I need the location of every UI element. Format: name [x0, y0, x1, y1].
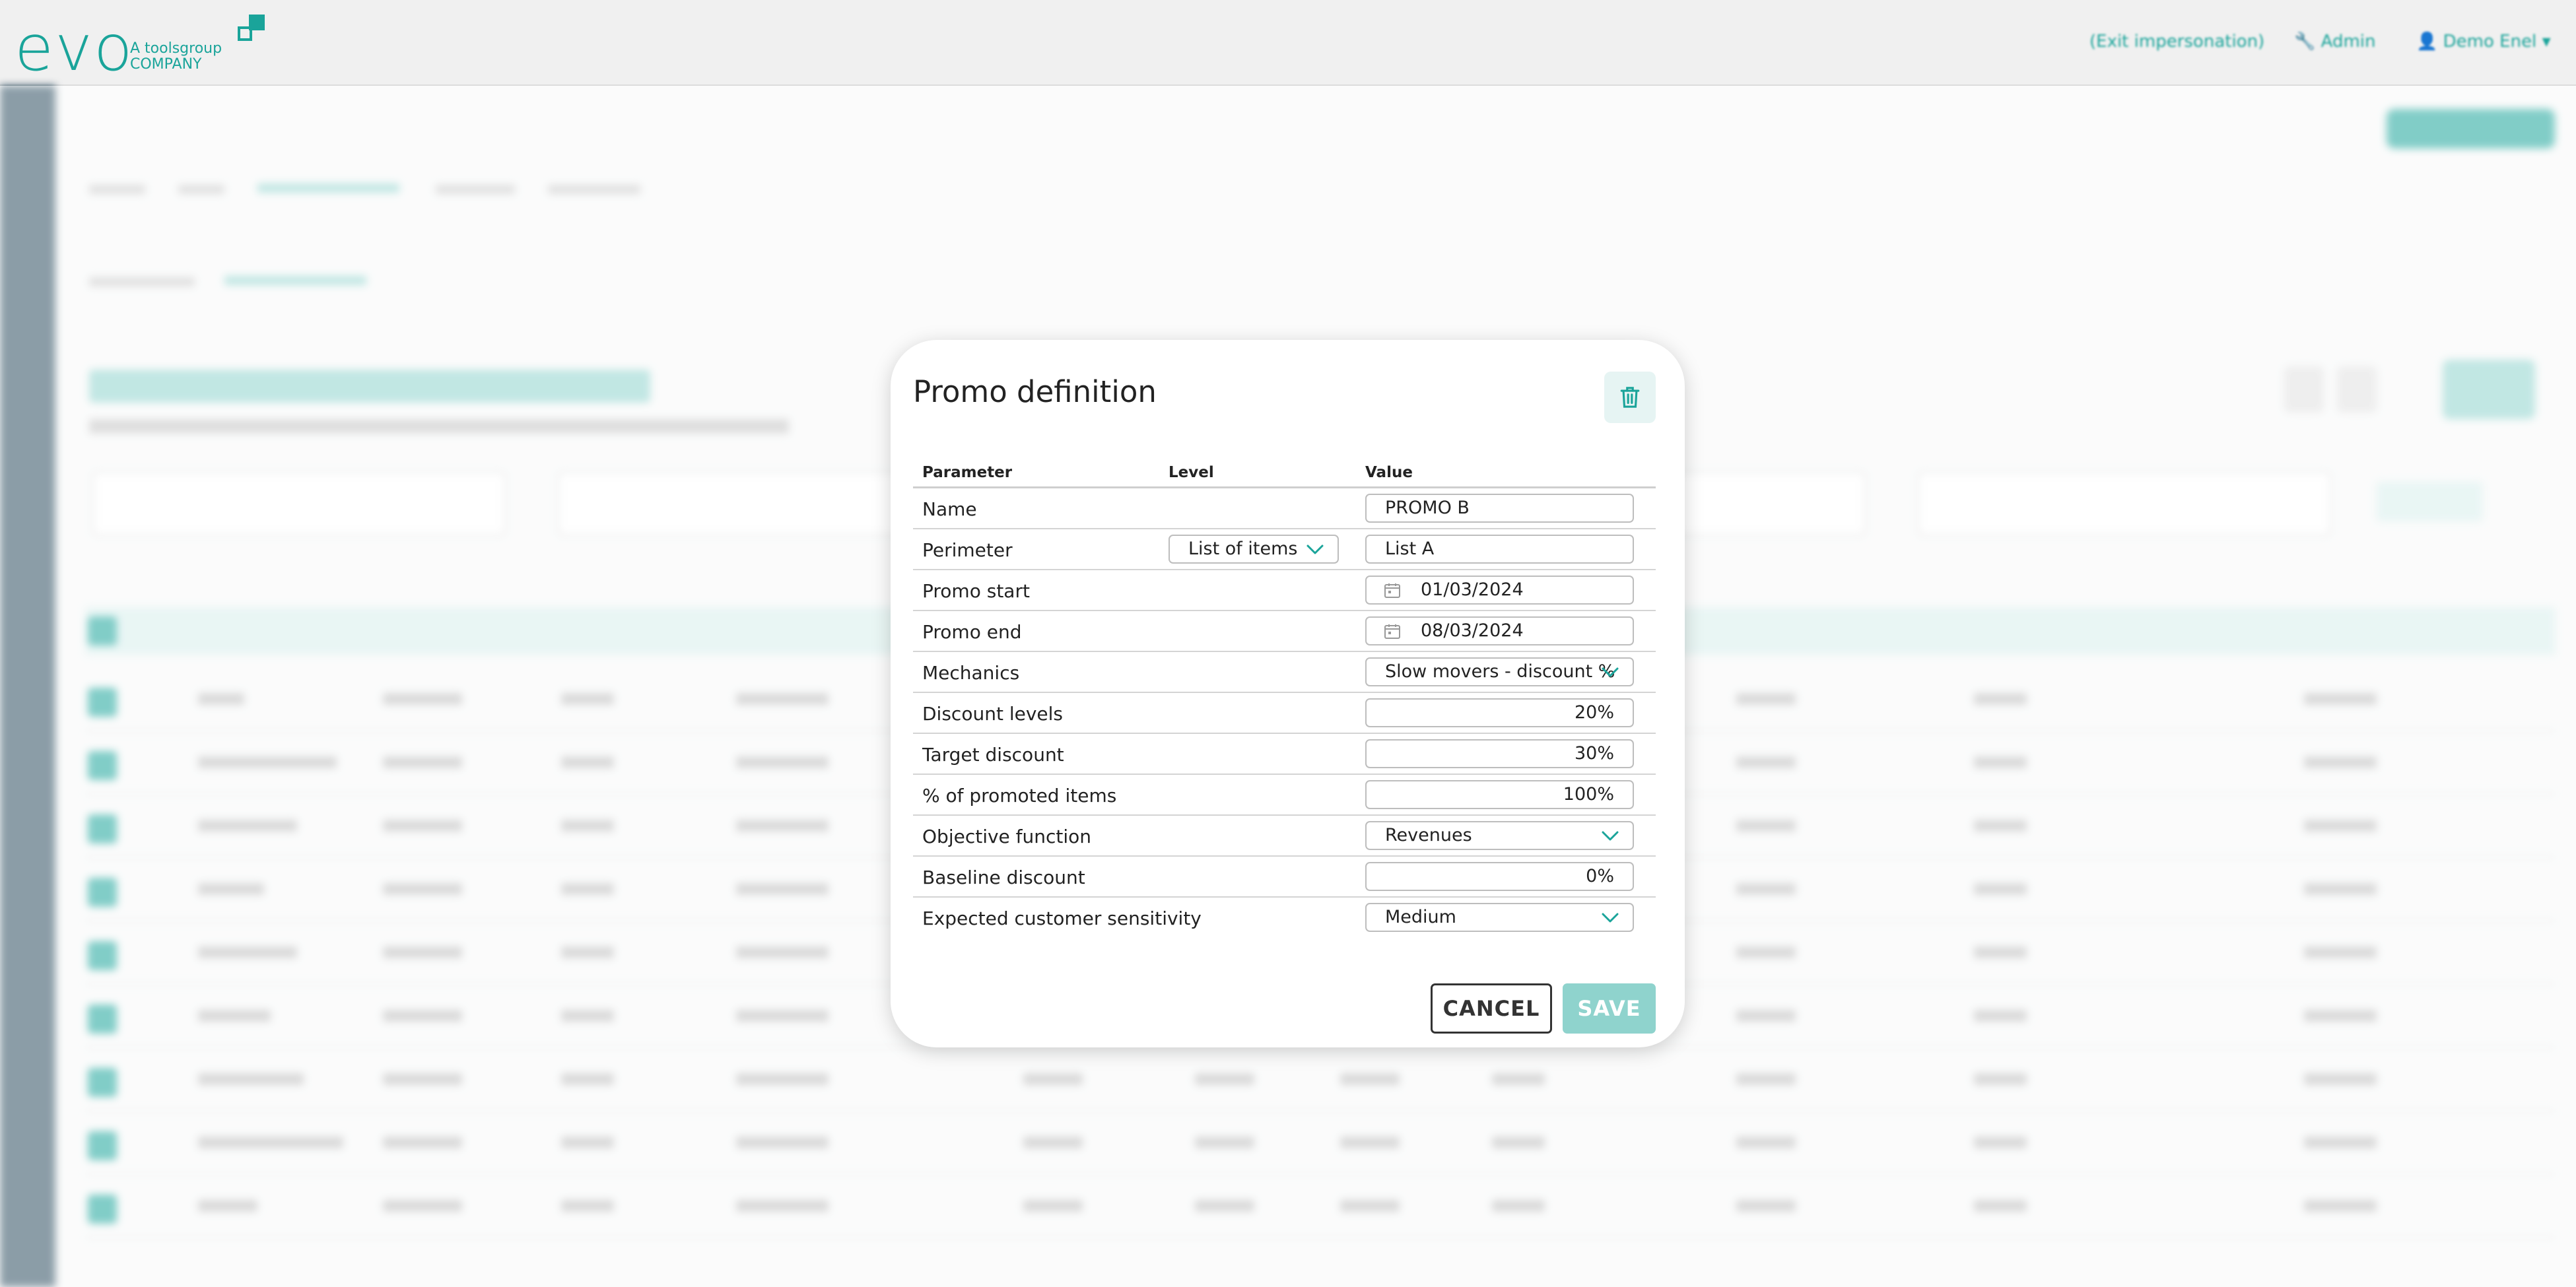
column-header-level: Level [1169, 464, 1214, 481]
perimeter-level-select[interactable]: List of items [1169, 535, 1339, 564]
trash-icon [1620, 387, 1640, 408]
promo-end-value: 08/03/2024 [1421, 620, 1524, 641]
param-label: Promo start [922, 580, 1030, 602]
table-row: Mechanics Slow movers - discount % [913, 652, 1656, 693]
admin-label: Admin [2321, 32, 2376, 51]
name-input[interactable]: PROMO B [1365, 494, 1634, 523]
evo-logo[interactable]: evo A toolsgroup COMPANY [15, 9, 279, 85]
table-row: Promo end 08/03/2024 [913, 611, 1656, 652]
wrench-icon: 🔧 [2294, 32, 2316, 51]
table-header: Parameter Level Value [913, 455, 1656, 488]
logo-tagline-line-2: COMPANY [130, 56, 202, 73]
chevron-down-icon [1602, 913, 1619, 923]
discount-levels-input[interactable]: 20% [1365, 698, 1634, 727]
calendar-icon [1384, 583, 1400, 598]
param-label: Promo end [922, 621, 1022, 643]
param-label: Target discount [922, 744, 1064, 766]
name-value: PROMO B [1385, 498, 1470, 518]
save-button[interactable]: SAVE [1563, 983, 1656, 1034]
param-label: Expected customer sensitivity [922, 908, 1202, 929]
chevron-down-icon [1602, 667, 1619, 677]
param-label: Discount levels [922, 703, 1063, 725]
baseline-discount-input[interactable]: 0% [1365, 862, 1634, 891]
table-row: Discount levels 20% [913, 693, 1656, 734]
promoted-items-value: 100% [1563, 784, 1614, 805]
chevron-down-icon [1306, 544, 1324, 554]
param-label: % of promoted items [922, 785, 1117, 807]
promoted-items-input[interactable]: 100% [1365, 780, 1634, 809]
param-label: Mechanics [922, 662, 1020, 684]
delete-button[interactable] [1604, 372, 1656, 423]
target-discount-input[interactable]: 30% [1365, 739, 1634, 768]
customer-sensitivity-select[interactable]: Medium [1365, 903, 1634, 932]
customer-sensitivity-value: Medium [1385, 907, 1456, 927]
exit-impersonation-link[interactable]: (Exit impersonation) [2089, 32, 2264, 51]
promo-definition-dialog: Promo definition Parameter Level Value N… [891, 340, 1685, 1047]
objective-function-select[interactable]: Revenues [1365, 821, 1634, 850]
calendar-icon [1384, 624, 1400, 639]
table-row: Target discount 30% [913, 734, 1656, 775]
mechanics-select[interactable]: Slow movers - discount % [1365, 657, 1634, 686]
logo-tagline-line-1: A toolsgroup [130, 40, 222, 57]
table-row: Expected customer sensitivity Medium [913, 898, 1656, 937]
perimeter-value: List A [1385, 539, 1435, 559]
caret-down-icon: ▾ [2542, 32, 2551, 51]
promo-end-date-input[interactable]: 08/03/2024 [1365, 616, 1634, 645]
cancel-button[interactable]: CANCEL [1431, 983, 1552, 1034]
table-row: Objective function Revenues [913, 816, 1656, 857]
baseline-discount-value: 0% [1586, 866, 1614, 886]
parameter-table: Parameter Level Value Name PROMO B Perim… [913, 455, 1656, 937]
table-row: Perimeter List of items List A [913, 529, 1656, 570]
objective-function-value: Revenues [1385, 825, 1472, 845]
discount-levels-value: 20% [1574, 702, 1614, 723]
user-icon: 👤 [2416, 32, 2438, 51]
target-discount-value: 30% [1574, 743, 1614, 764]
top-bar: evo A toolsgroup COMPANY (Exit impersona… [0, 0, 2576, 86]
column-header-value: Value [1365, 464, 1413, 481]
table-row: Promo start 01/03/2024 [913, 570, 1656, 611]
column-header-parameter: Parameter [922, 464, 1013, 481]
promo-start-date-input[interactable]: 01/03/2024 [1365, 576, 1634, 605]
param-label: Objective function [922, 826, 1092, 847]
table-row: Baseline discount 0% [913, 857, 1656, 898]
perimeter-input[interactable]: List A [1365, 535, 1634, 564]
table-row: Name PROMO B [913, 488, 1656, 529]
logo-wordmark: evo [15, 11, 134, 85]
param-label: Baseline discount [922, 867, 1085, 888]
chevron-down-icon [1602, 831, 1619, 841]
user-label: Demo Enel [2443, 32, 2537, 51]
table-row: % of promoted items 100% [913, 775, 1656, 816]
mechanics-value: Slow movers - discount % [1385, 661, 1615, 682]
user-menu[interactable]: 👤 Demo Enel ▾ [2416, 32, 2551, 51]
param-label: Name [922, 498, 977, 520]
param-label: Perimeter [922, 539, 1013, 561]
admin-menu[interactable]: 🔧 Admin [2294, 32, 2376, 51]
logo-tagline: A toolsgroup COMPANY [130, 41, 222, 73]
promo-start-value: 01/03/2024 [1421, 579, 1524, 600]
logo-square-filled [249, 15, 265, 30]
level-value: List of items [1188, 539, 1298, 559]
dialog-title: Promo definition [913, 374, 1157, 409]
